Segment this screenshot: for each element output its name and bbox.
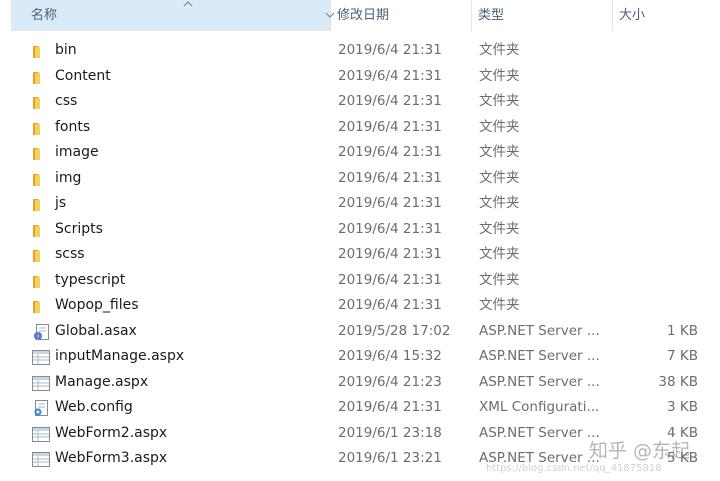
file-name: Content [55,67,111,84]
file-modified-date: 2019/6/4 21:31 [338,246,442,262]
file-type: 文件夹 [479,195,520,211]
file-size: 7 KB [667,348,698,364]
file-type: 文件夹 [479,271,520,288]
column-header-name[interactable]: 名称 [11,0,335,31]
file-modified-date: 2019/6/4 21:31 [338,399,442,415]
aspx-file-icon [31,449,51,469]
file-type: ASP.NET Server ... [479,322,600,339]
file-modified-date: 2019/6/4 21:31 [338,169,442,186]
column-header-size[interactable]: 大小 [613,0,720,31]
file-name: Scripts [55,220,103,237]
file-row[interactable]: Global.asax 2019/5/28 17:02 ASP.NET Server… [0,319,720,345]
folder-icon [31,143,51,163]
file-row[interactable]: Web.config 2019/6/4 21:31 XML Configurati.… [0,395,720,421]
column-header-date-label: 修改日期 [337,8,390,23]
watermark-text: 知乎 @东起 [589,440,691,462]
column-header-bar: 名称 修改日期 类型 大小 [0,0,720,34]
file-modified-date: 2019/6/4 21:31 [338,195,442,211]
file-row[interactable]: img 2019/6/4 21:31 文件夹 [0,166,720,192]
file-size: 3 KB [667,399,698,415]
file-name: inputManage.aspx [55,348,185,364]
column-header-size-label: 大小 [619,8,646,23]
config-file-icon [31,398,51,418]
file-name: WebForm3.aspx [55,450,168,466]
file-list: bin 2019/6/4 21:31 文件夹 Content 2019/6/4 21:3… [0,38,720,472]
file-row[interactable]: css 2019/6/4 21:31 文件夹 [0,89,720,115]
file-type: 文件夹 [479,93,520,109]
folder-icon [31,169,51,189]
folder-icon [31,41,51,61]
folder-icon [31,67,51,87]
file-type: 文件夹 [479,118,520,135]
file-modified-date: 2019/6/1 23:21 [338,450,442,466]
file-modified-date: 2019/5/28 17:02 [338,322,451,339]
file-name: Global.asax [55,322,137,339]
file-size: 1 KB [667,322,698,339]
folder-icon [31,194,51,214]
file-modified-date: 2019/6/4 21:31 [338,118,442,135]
file-type: 文件夹 [479,220,520,237]
aspx-file-icon [31,424,51,444]
file-modified-date: 2019/6/4 21:31 [338,67,442,84]
column-header-type-label: 类型 [478,8,505,23]
column-header-date[interactable]: 修改日期 [331,0,472,31]
file-modified-date: 2019/6/4 15:32 [338,348,442,364]
file-type: ASP.NET Server ... [479,424,600,441]
file-row[interactable]: fonts 2019/6/4 21:31 文件夹 [0,115,720,141]
watermark-url: https://blog.csdn.net/qq_41875818 [486,463,662,474]
global-asax-icon [31,322,51,342]
file-modified-date: 2019/6/4 21:31 [338,297,442,313]
column-header-name-label: 名称 [31,8,58,23]
file-row[interactable]: bin 2019/6/4 21:31 文件夹 [0,38,720,64]
file-row[interactable]: Manage.aspx 2019/6/4 21:23 ASP.NET Server … [0,370,720,396]
file-row[interactable]: scss 2019/6/4 21:31 文件夹 [0,242,720,268]
column-header-type[interactable]: 类型 [472,0,613,31]
file-row[interactable]: typescript 2019/6/4 21:31 文件夹 [0,268,720,294]
file-name: Manage.aspx [55,373,149,390]
file-row[interactable]: Wopop_files 2019/6/4 21:31 文件夹 [0,293,720,319]
file-name: js [55,195,67,211]
file-name: typescript [55,271,126,288]
file-row[interactable]: image 2019/6/4 21:31 文件夹 [0,140,720,166]
file-name: Wopop_files [55,297,139,313]
folder-icon [31,296,51,316]
file-type: 文件夹 [479,169,520,186]
file-name: Web.config [55,399,133,415]
file-row[interactable]: js 2019/6/4 21:31 文件夹 [0,191,720,217]
file-size: 38 KB [658,373,698,390]
file-modified-date: 2019/6/4 21:31 [338,93,442,109]
file-name: WebForm2.aspx [55,424,168,441]
folder-icon [31,92,51,112]
folder-icon [31,245,51,265]
file-row[interactable]: inputManage.aspx 2019/6/4 15:32 ASP.NET Se… [0,344,720,370]
file-name: img [55,169,82,186]
aspx-file-icon [31,373,51,393]
file-modified-date: 2019/6/4 21:31 [338,271,442,288]
folder-icon [31,220,51,240]
sort-ascending-icon [183,1,193,7]
file-modified-date: 2019/6/4 21:31 [338,144,442,160]
file-type: 文件夹 [479,67,520,84]
file-type: 文件夹 [479,246,520,262]
file-modified-date: 2019/6/4 21:23 [338,373,442,390]
file-row[interactable]: Content 2019/6/4 21:31 文件夹 [0,64,720,90]
file-modified-date: 2019/6/4 21:31 [338,220,442,237]
file-type: 文件夹 [479,144,520,160]
file-modified-date: 2019/6/1 23:18 [338,424,442,441]
file-type: XML Configurati... [479,399,600,415]
file-name: image [55,144,99,160]
file-name: css [55,93,78,109]
file-type: 文件夹 [479,42,520,58]
file-type: ASP.NET Server ... [479,348,600,364]
file-type: ASP.NET Server ... [479,373,600,390]
aspx-file-icon [31,347,51,367]
file-name: bin [55,42,77,58]
folder-icon [31,271,51,291]
file-row[interactable]: Scripts 2019/6/4 21:31 文件夹 [0,217,720,243]
file-name: scss [55,246,85,262]
file-name: fonts [55,118,91,135]
folder-icon [31,118,51,138]
file-modified-date: 2019/6/4 21:31 [338,42,442,58]
file-type: 文件夹 [479,297,520,313]
